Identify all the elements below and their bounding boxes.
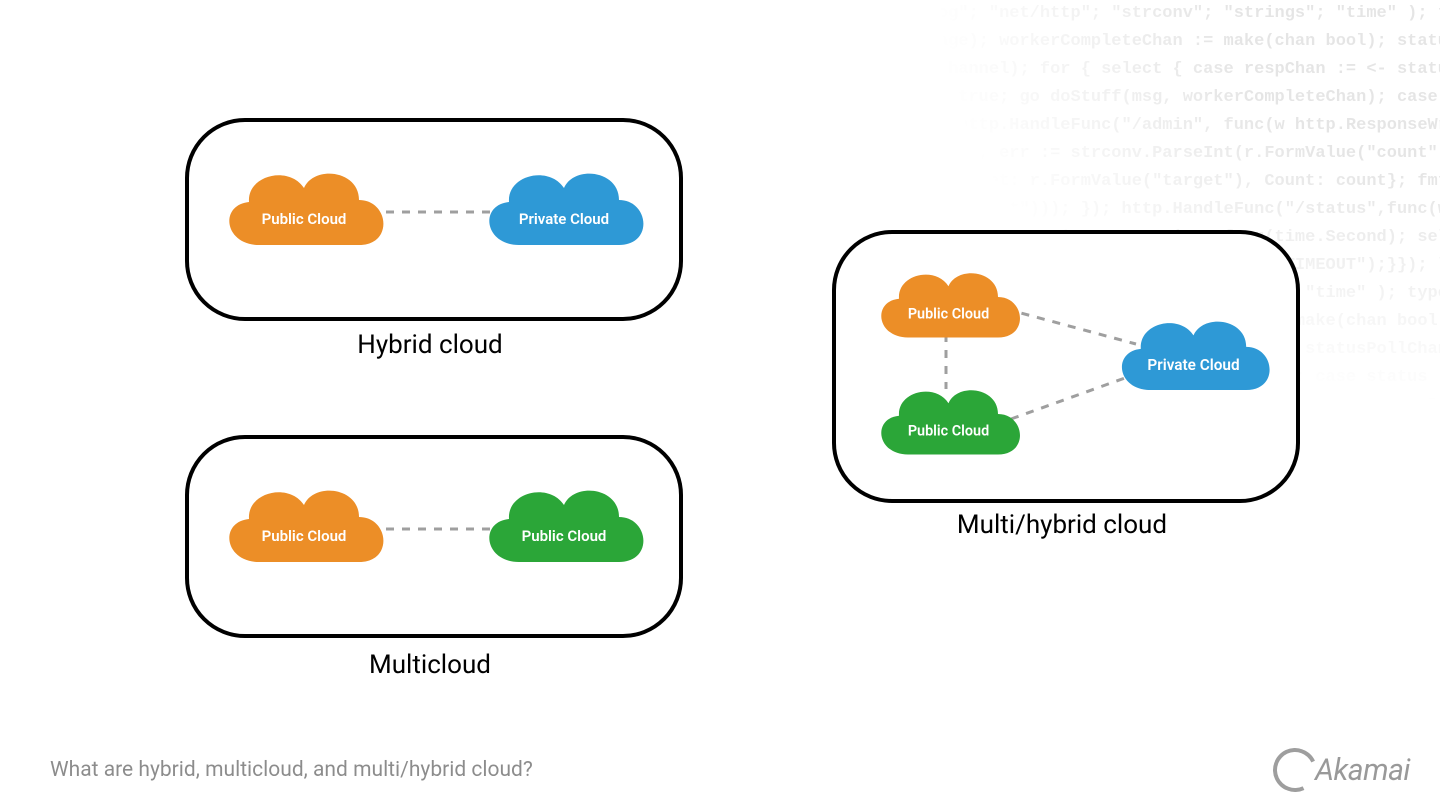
- cloud-public-orange-2: Public Cloud: [209, 467, 399, 587]
- cloud-public-green-2: Public Cloud: [861, 369, 1036, 477]
- svg-text:Private Cloud: Private Cloud: [1147, 356, 1239, 374]
- svg-text:Public Cloud: Public Cloud: [262, 210, 347, 228]
- cloud-private-blue: Private Cloud: [469, 150, 659, 270]
- svg-text:Private Cloud: Private Cloud: [519, 210, 609, 228]
- multihybrid-title: Multi/hybrid cloud: [832, 510, 1292, 540]
- hybrid-cloud-panel: Public Cloud Private Cloud: [185, 118, 683, 321]
- akamai-swoosh-icon: [1267, 742, 1323, 798]
- slide-caption: What are hybrid, multicloud, and multi/h…: [50, 758, 533, 782]
- multicloud-title: Multicloud: [185, 650, 675, 680]
- multihybrid-panel: Public Cloud Public Cloud Private Cloud: [832, 230, 1300, 503]
- cloud-public-orange: Public Cloud: [209, 150, 399, 270]
- brand-logo: Akamai: [1273, 748, 1410, 792]
- svg-text:Public Cloud: Public Cloud: [908, 423, 989, 440]
- svg-text:Public Cloud: Public Cloud: [908, 306, 989, 323]
- multicloud-panel: Public Cloud Public Cloud: [185, 435, 683, 638]
- svg-text:Public Cloud: Public Cloud: [522, 527, 607, 545]
- brand-name: Akamai: [1315, 753, 1410, 788]
- cloud-public-green: Public Cloud: [469, 467, 659, 587]
- cloud-private-blue-2: Private Cloud: [1101, 299, 1286, 414]
- cloud-public-orange-3: Public Cloud: [861, 252, 1036, 360]
- svg-text:Public Cloud: Public Cloud: [262, 527, 347, 545]
- hybrid-cloud-title: Hybrid cloud: [185, 330, 675, 360]
